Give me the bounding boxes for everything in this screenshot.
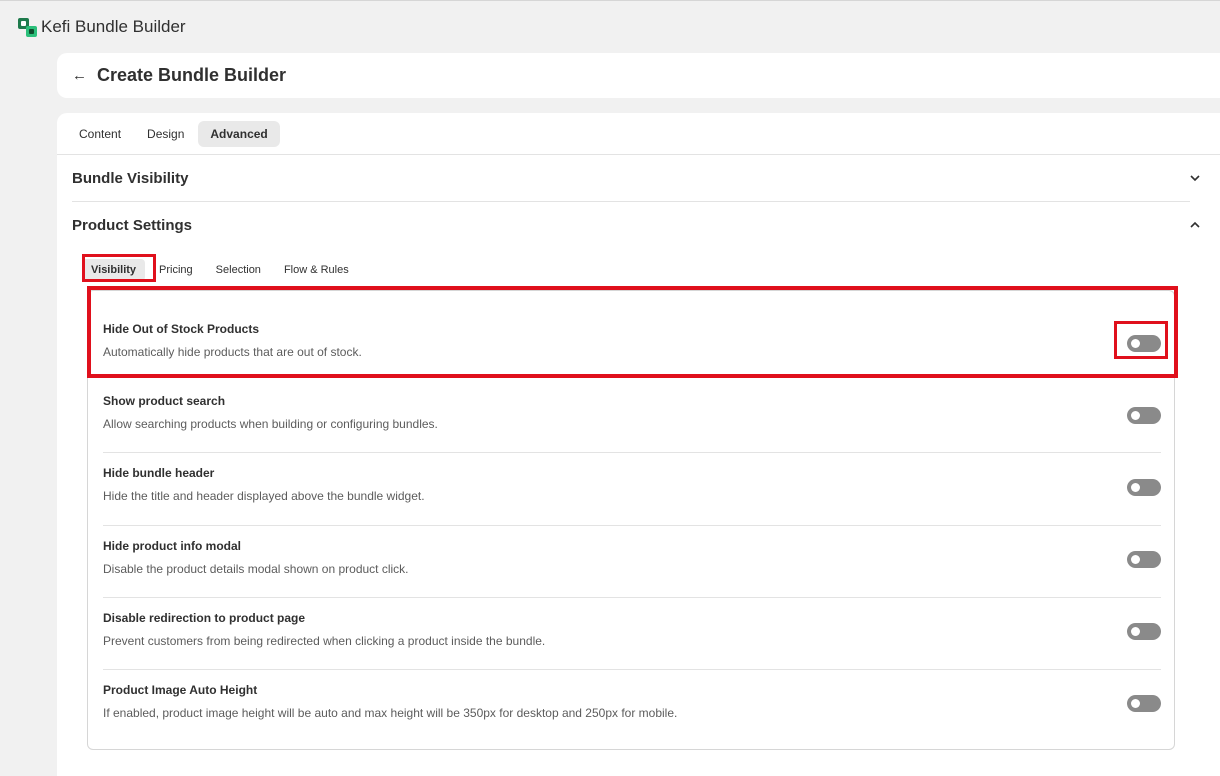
- divider: [103, 669, 1161, 670]
- app-logo-icon: [18, 17, 37, 37]
- section-title: Bundle Visibility: [72, 169, 189, 187]
- divider: [103, 525, 1161, 526]
- hide-bundle-header-toggle[interactable]: [1127, 479, 1161, 496]
- setting-hide-bundle-header: Hide bundle header Hide the title and he…: [103, 466, 1161, 538]
- chevron-up-icon[interactable]: [1188, 218, 1202, 232]
- setting-title: Disable redirection to product page: [103, 611, 306, 625]
- chevron-down-icon[interactable]: [1188, 171, 1202, 185]
- toggle-knob: [1131, 411, 1140, 420]
- subtab-flow-rules[interactable]: Flow & Rules: [275, 259, 358, 281]
- tab-content[interactable]: Content: [67, 121, 133, 147]
- page-header: ← Create Bundle Builder: [57, 53, 1220, 98]
- setting-title: Product Image Auto Height: [103, 683, 258, 697]
- toggle-knob: [1131, 483, 1140, 492]
- page-title: Create Bundle Builder: [97, 65, 287, 85]
- setting-disable-redirection: Disable redirection to product page Prev…: [103, 611, 1161, 683]
- setting-product-image-auto-height: Product Image Auto Height If enabled, pr…: [103, 683, 1161, 755]
- setting-description: If enabled, product image height will be…: [103, 706, 678, 720]
- main-card: Content Design Advanced Bundle Visibilit…: [57, 113, 1220, 776]
- setting-description: Allow searching products when building o…: [103, 417, 438, 431]
- subtab-selection[interactable]: Selection: [207, 259, 270, 281]
- setting-title: Hide product info modal: [103, 539, 241, 553]
- arrow-left-icon[interactable]: ←: [72, 67, 87, 84]
- divider: [103, 452, 1161, 453]
- setting-show-product-search: Show product search Allow searching prod…: [103, 394, 1161, 466]
- toggle-knob: [1131, 699, 1140, 708]
- tab-advanced[interactable]: Advanced: [198, 120, 280, 147]
- highlight-hide-out-of-stock-row: [87, 286, 1178, 378]
- setting-title: Show product search: [103, 394, 226, 408]
- tab-design[interactable]: Design: [135, 121, 196, 147]
- section-bundle-visibility[interactable]: Bundle Visibility: [72, 155, 1202, 201]
- hide-product-info-modal-toggle[interactable]: [1127, 551, 1161, 568]
- setting-hide-product-info-modal: Hide product info modal Disable the prod…: [103, 539, 1161, 611]
- tab-bar: Content Design Advanced: [57, 113, 1220, 155]
- highlight-hide-out-of-stock-toggle: [1114, 321, 1168, 359]
- divider: [103, 597, 1161, 598]
- highlight-visibility-tab: [82, 254, 156, 282]
- product-image-auto-height-toggle[interactable]: [1127, 695, 1161, 712]
- disable-redirection-toggle[interactable]: [1127, 623, 1161, 640]
- section-product-settings[interactable]: Product Settings: [72, 202, 1202, 248]
- app-title: Kefi Bundle Builder: [41, 17, 186, 36]
- subtab-pricing[interactable]: Pricing: [150, 259, 202, 281]
- setting-title: Hide bundle header: [103, 466, 215, 480]
- section-title: Product Settings: [72, 216, 193, 234]
- setting-description: Disable the product details modal shown …: [103, 562, 409, 576]
- setting-description: Hide the title and header displayed abov…: [103, 489, 425, 503]
- setting-description: Prevent customers from being redirected …: [103, 634, 546, 648]
- top-bar: Kefi Bundle Builder: [0, 0, 1220, 53]
- toggle-knob: [1131, 555, 1140, 564]
- show-product-search-toggle[interactable]: [1127, 407, 1161, 424]
- toggle-knob: [1131, 627, 1140, 636]
